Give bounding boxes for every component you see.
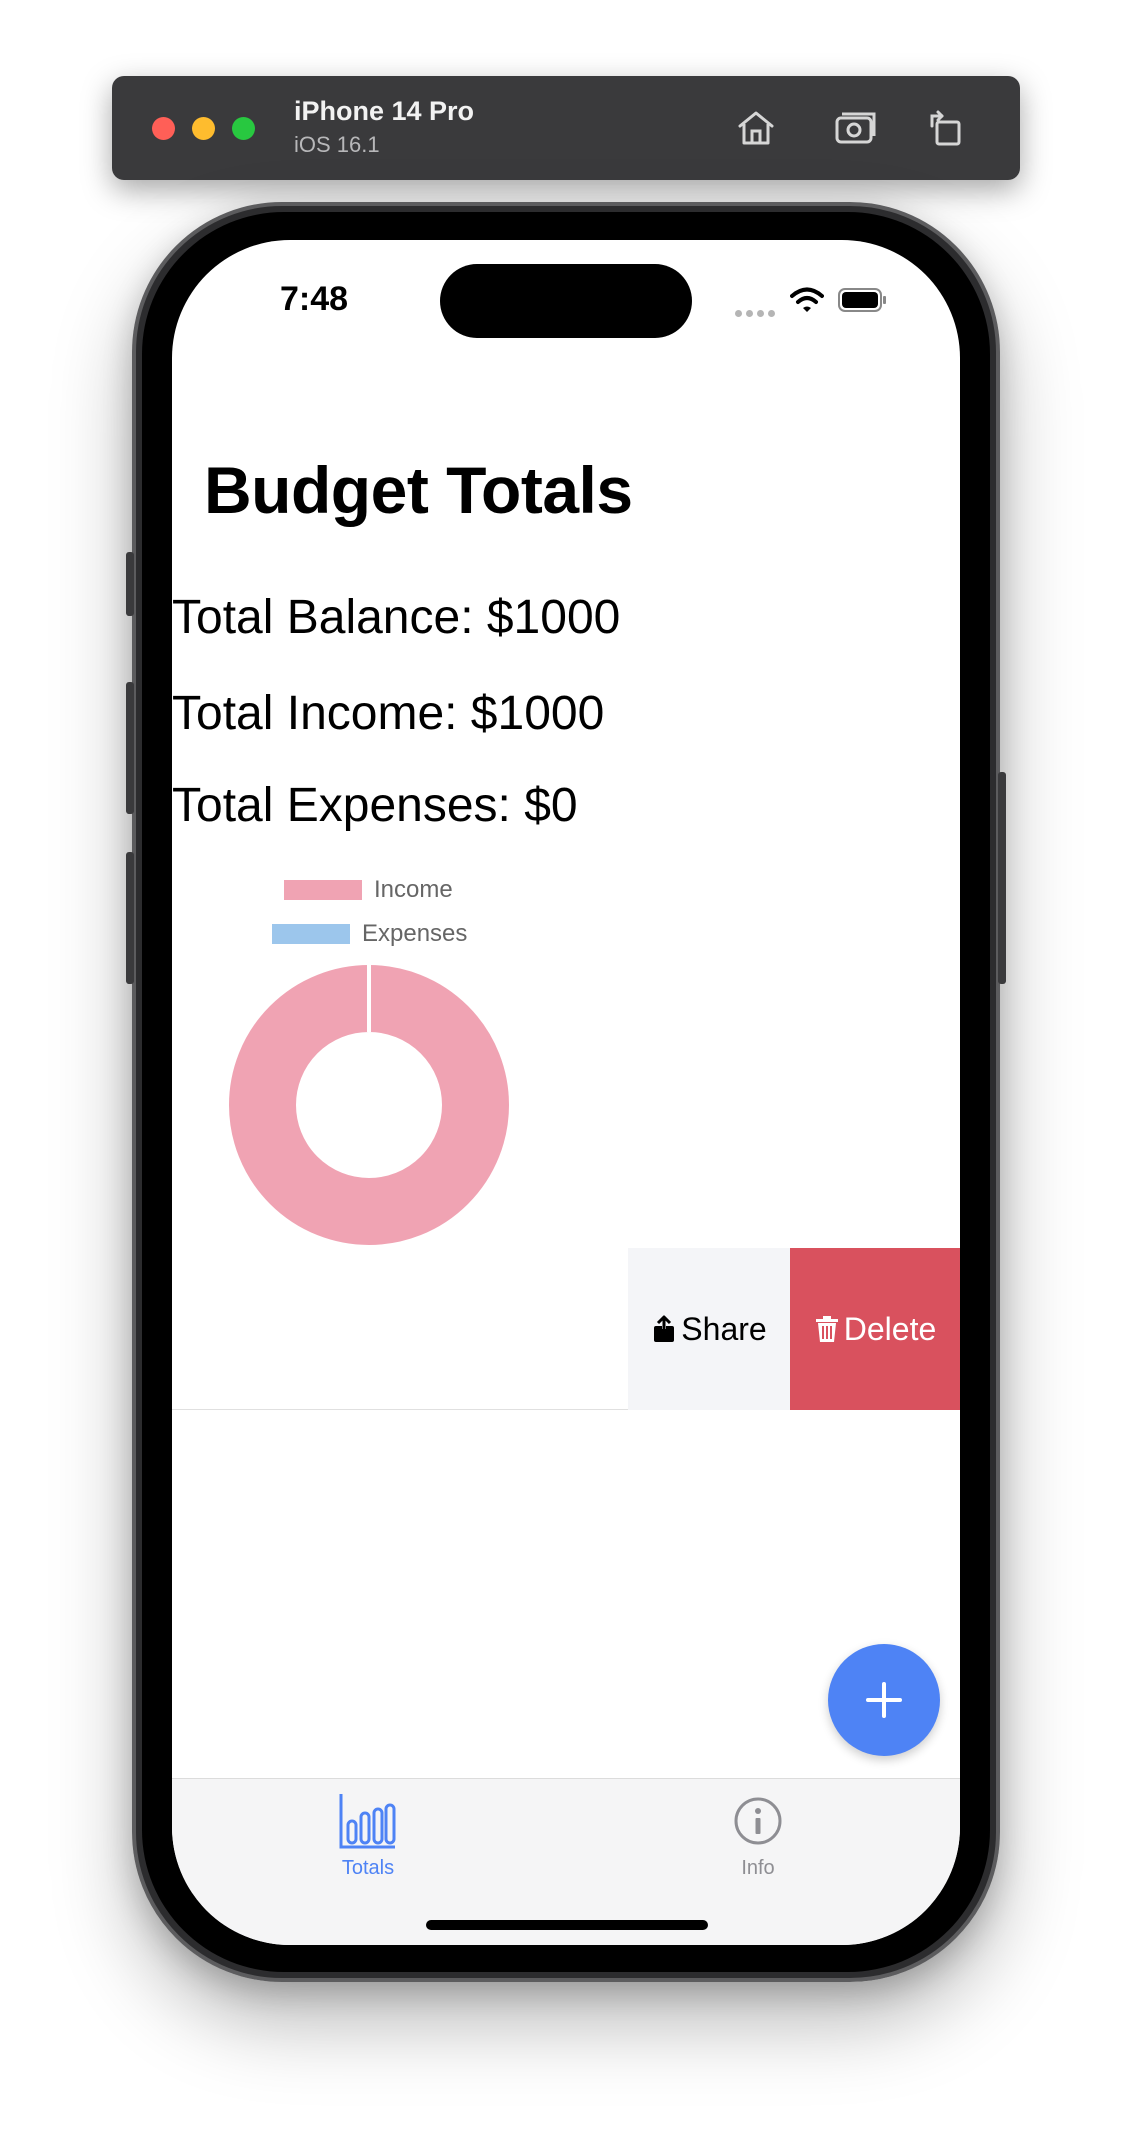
device-name: iPhone 14 Pro (294, 96, 475, 126)
home-indicator (426, 1920, 708, 1930)
volume-up-button (126, 682, 134, 814)
screenshot-button[interactable] (832, 104, 880, 152)
swipe-row[interactable]: Share Delete (172, 1248, 960, 1410)
legend-swatch-income (284, 880, 362, 900)
add-button[interactable] (828, 1644, 940, 1756)
bar-chart-icon (339, 1794, 396, 1849)
tab-totals-label: Totals (341, 1857, 395, 1879)
home-icon (738, 111, 774, 145)
total-expenses: Total Expenses: $0 (172, 779, 578, 832)
rotate-icon (930, 110, 961, 146)
close-window-button[interactable] (152, 117, 175, 140)
volume-down-button (126, 852, 134, 984)
legend-swatch-expenses (272, 924, 350, 944)
page-title: Budget Totals (204, 453, 633, 527)
minimize-window-button[interactable] (192, 117, 215, 140)
share-button[interactable]: Share (628, 1248, 790, 1410)
cellular-signal-icon (735, 304, 779, 322)
status-time: 7:48 (280, 280, 349, 318)
legend-label-income: Income (374, 876, 453, 903)
total-balance: Total Balance: $1000 (172, 591, 621, 644)
os-version: iOS 16.1 (294, 132, 380, 157)
rotate-button[interactable] (922, 104, 970, 152)
donut-chart (229, 965, 509, 1245)
dynamic-island (440, 264, 692, 338)
silent-switch (126, 552, 134, 616)
share-label: Share (681, 1310, 767, 1347)
zoom-window-button[interactable] (232, 117, 255, 140)
info-icon (734, 1797, 782, 1845)
delete-label: Delete (843, 1310, 937, 1347)
camera-icon (835, 112, 876, 144)
plus-icon (866, 1682, 902, 1718)
battery-icon (838, 288, 886, 312)
delete-button[interactable]: Delete (790, 1248, 960, 1410)
app-screen: 7:48 Budget Totals Total Balance: $1000 … (172, 240, 960, 1945)
trash-icon (815, 1316, 838, 1342)
simulator-toolbar: iPhone 14 Pro iOS 16.1 (112, 76, 1020, 180)
tab-info[interactable]: Info (698, 1791, 818, 1880)
total-income: Total Income: $1000 (172, 687, 605, 740)
home-button[interactable] (732, 104, 780, 152)
share-icon (654, 1315, 675, 1342)
wifi-icon (790, 287, 824, 312)
tab-totals[interactable]: Totals (308, 1791, 428, 1880)
tab-info-label: Info (741, 1857, 775, 1879)
legend-label-expenses: Expenses (362, 920, 468, 947)
power-button (998, 772, 1006, 984)
